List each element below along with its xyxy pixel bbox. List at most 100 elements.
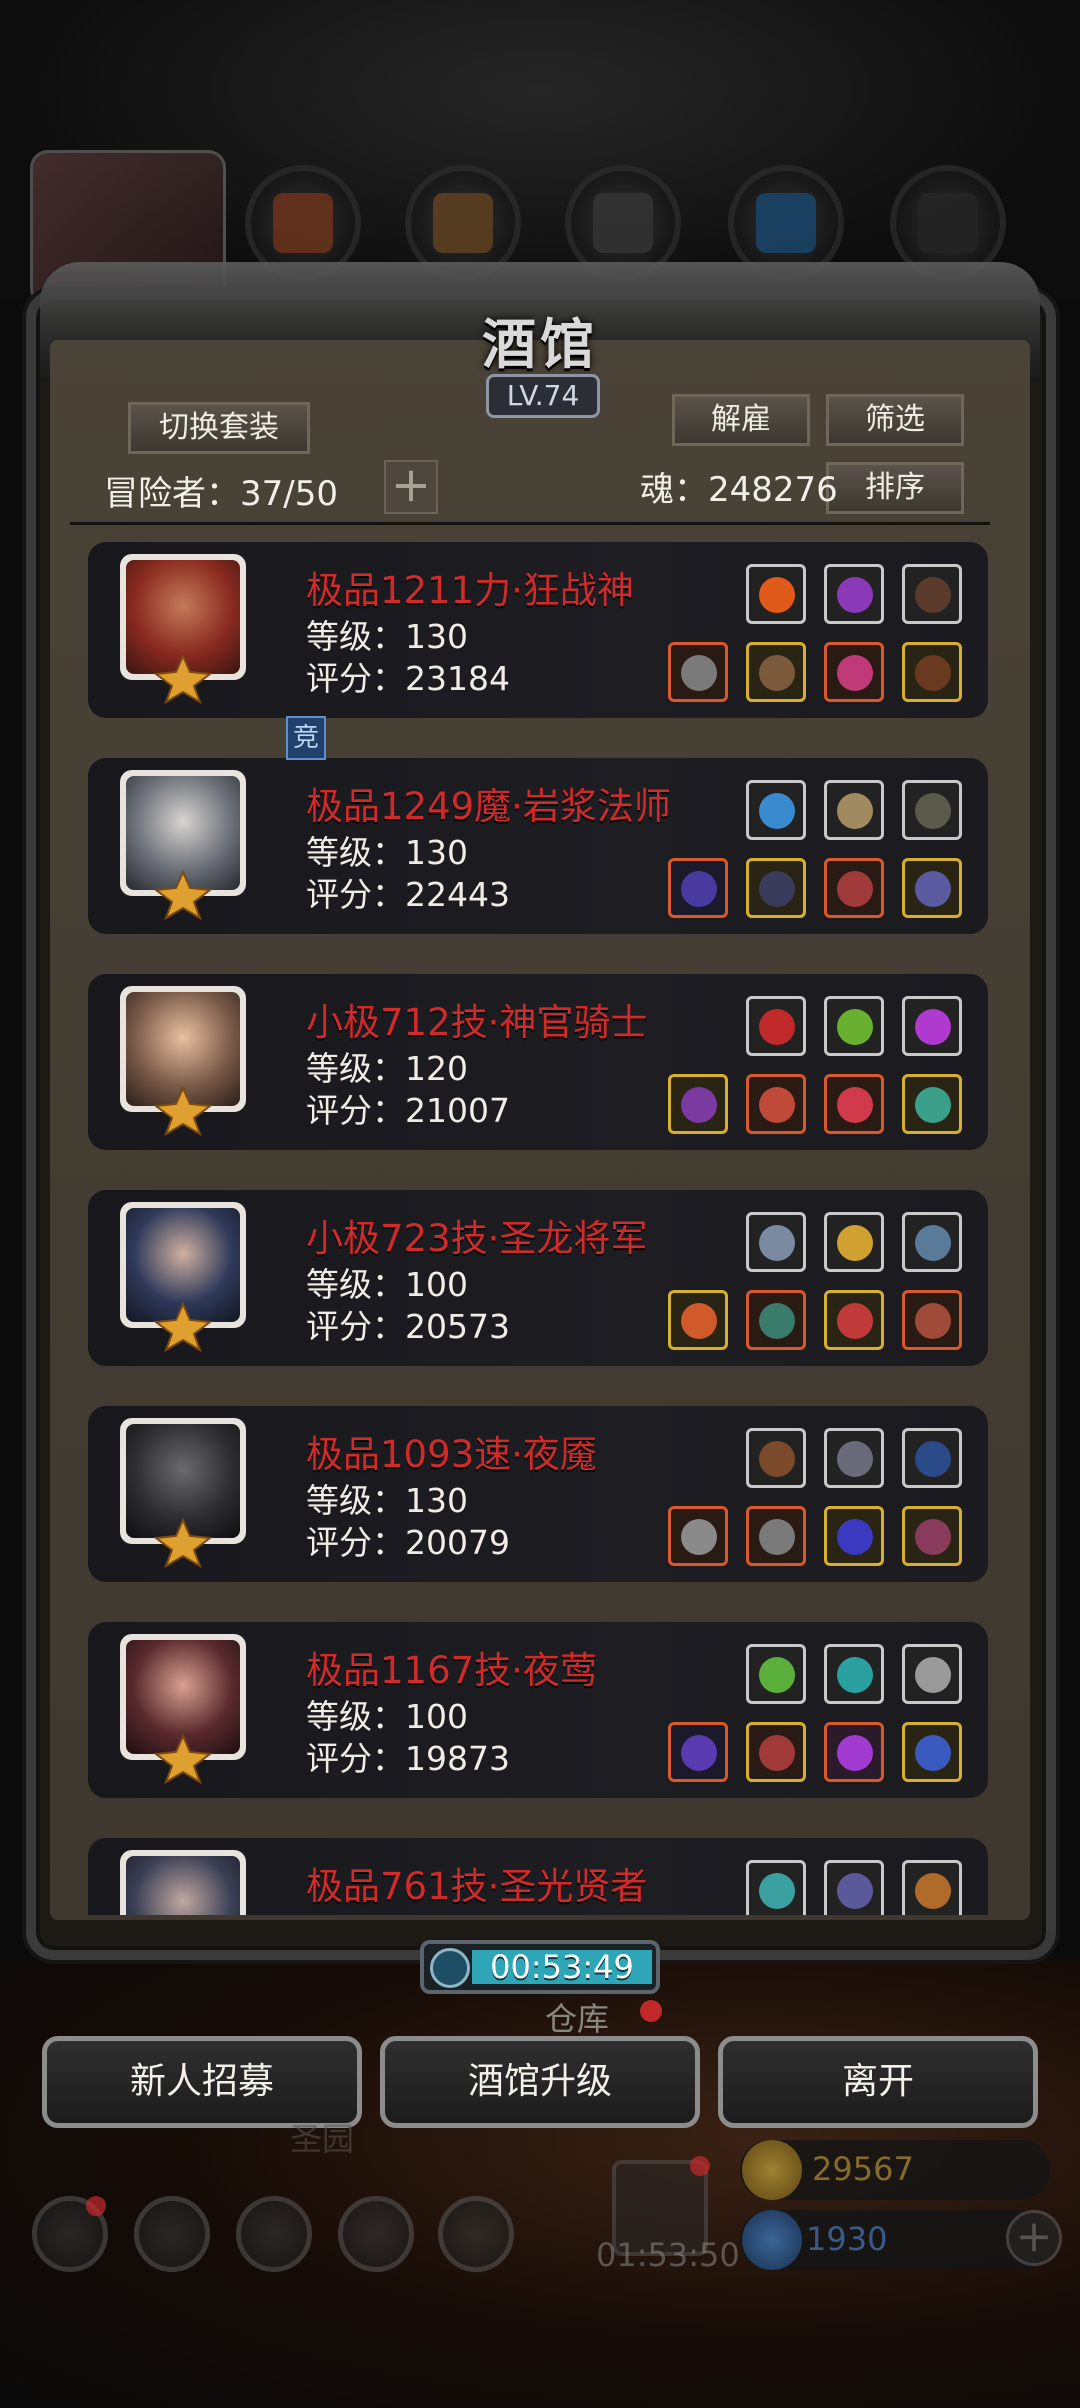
- upgrade-tavern-button[interactable]: 酒馆升级: [380, 2036, 700, 2128]
- equip-slot-dagger-icon[interactable]: [668, 1506, 728, 1566]
- equip-slot-fire-icon[interactable]: [746, 564, 806, 624]
- hero-score: 评分：20079: [306, 1523, 510, 1562]
- hero-card[interactable]: 小极723技·圣龙将军 等级：100 评分：20573: [88, 1190, 988, 1366]
- hero-card[interactable]: 极品761技·圣光贤者: [88, 1838, 988, 1915]
- hero-card[interactable]: 小极712技·神官骑士 等级：120 评分：21007: [88, 974, 988, 1150]
- dismiss-button[interactable]: 解雇: [672, 394, 810, 446]
- equip-slot-lantern-icon[interactable]: [824, 996, 884, 1056]
- rank-emblem-icon: [153, 1518, 213, 1568]
- gem-icon: [742, 2210, 802, 2270]
- gift-timer: 01:53:50: [596, 2236, 740, 2274]
- filter-button[interactable]: 筛选: [826, 394, 964, 446]
- equip-slot-ring-icon[interactable]: [902, 858, 962, 918]
- gem-amount: 1930: [806, 2220, 888, 2258]
- equip-slot-ring-icon[interactable]: [902, 1074, 962, 1134]
- equip-slot-scepter-icon[interactable]: [902, 1860, 962, 1915]
- equip-slot-gauntlet-icon[interactable]: [746, 1212, 806, 1272]
- equip-slot-glove-icon[interactable]: [746, 1428, 806, 1488]
- hero-score: 评分：20573: [306, 1307, 510, 1346]
- hero-level: 等级：120: [306, 1049, 468, 1088]
- tavern-level-badge: LV.74: [486, 374, 600, 418]
- equip-slot-armor-icon[interactable]: [746, 1506, 806, 1566]
- equip-slot-rune-icon[interactable]: [746, 996, 806, 1056]
- equip-slot-mask-icon[interactable]: [824, 1722, 884, 1782]
- equip-slot-amulet-icon[interactable]: [824, 1074, 884, 1134]
- switch-set-button[interactable]: 切换套装: [128, 402, 310, 454]
- background-area-label: 圣园: [290, 2120, 355, 2158]
- warehouse-label[interactable]: 仓库: [545, 1994, 609, 2040]
- map-icon[interactable]: [438, 2196, 514, 2272]
- equip-slot-crystal-icon[interactable]: [902, 996, 962, 1056]
- hero-name: 小极712技·神官骑士: [306, 1001, 648, 1044]
- hero-score: 评分：23184: [306, 659, 510, 698]
- equip-slot-emblem-icon[interactable]: [902, 1212, 962, 1272]
- hero-card[interactable]: 极品1093速·夜魇 等级：130 评分：20079: [88, 1406, 988, 1582]
- equip-slot-wand-icon[interactable]: [824, 1860, 884, 1915]
- hero-name: 极品1211力·狂战神: [306, 569, 634, 612]
- hero-list[interactable]: 极品1211力·狂战神 等级：130 评分：23184 极品1249魔·岩浆法师…: [50, 530, 1030, 1915]
- book-icon[interactable]: [236, 2196, 312, 2272]
- hero-name: 小极723技·圣龙将军: [306, 1217, 648, 1260]
- add-currency-button[interactable]: +: [1006, 2210, 1062, 2266]
- equip-slot-armor-icon[interactable]: [746, 1074, 806, 1134]
- equip-slot-armor-icon[interactable]: [746, 1722, 806, 1782]
- timer-text: 00:53:49: [490, 1948, 634, 1986]
- adventurer-count: 冒险者：37/50: [104, 474, 338, 514]
- equip-slot-shield-icon[interactable]: [824, 780, 884, 840]
- equip-slot-orb-icon[interactable]: [746, 1860, 806, 1915]
- window-title: 酒馆: [482, 313, 598, 376]
- equip-slot-necklace-icon[interactable]: [902, 1722, 962, 1782]
- equip-slot-armor-icon[interactable]: [746, 1290, 806, 1350]
- hero-name: 极品1093速·夜魇: [306, 1433, 597, 1476]
- equip-slot-lantern-icon[interactable]: [824, 564, 884, 624]
- hero-level: 等级：130: [306, 1481, 468, 1520]
- notification-dot: [690, 2156, 710, 2176]
- equip-slot-bracelet-icon[interactable]: [824, 1506, 884, 1566]
- rank-emblem-icon: [153, 1086, 213, 1136]
- hero-card[interactable]: 极品1249魔·岩浆法师 等级：130 评分：22443: [88, 758, 988, 934]
- hero-portrait: [120, 1850, 246, 1915]
- gold-amount: 29567: [812, 2150, 914, 2188]
- refresh-timer: 00:53:49: [420, 1940, 660, 1994]
- hero-card[interactable]: 极品1167技·夜莺 等级：100 评分：19873: [88, 1622, 988, 1798]
- hero-level: 等级：130: [306, 617, 468, 656]
- hero-score: 评分：22443: [306, 875, 510, 914]
- equip-slot-boots-icon[interactable]: [902, 642, 962, 702]
- achievement-icon[interactable]: [134, 2196, 210, 2272]
- equip-slot-stone-icon[interactable]: [824, 1644, 884, 1704]
- gold-coin-icon: [742, 2140, 802, 2200]
- equip-slot-lantern-icon[interactable]: [824, 1212, 884, 1272]
- equip-slot-whip-icon[interactable]: [902, 1428, 962, 1488]
- hero-name: 极品761技·圣光贤者: [306, 1865, 648, 1908]
- equip-slot-helmet-icon[interactable]: [824, 642, 884, 702]
- notification-dot: [86, 2196, 106, 2216]
- leave-button[interactable]: 离开: [718, 2036, 1038, 2128]
- equip-slot-heart-amulet-icon[interactable]: [824, 1290, 884, 1350]
- equip-slot-armor-icon[interactable]: [746, 642, 806, 702]
- equip-slot-axe-icon[interactable]: [668, 642, 728, 702]
- clock-icon: [430, 1948, 470, 1988]
- equip-slot-staff-icon[interactable]: [668, 858, 728, 918]
- equip-slot-medallion-icon[interactable]: [902, 780, 962, 840]
- equip-slot-umbrella-icon[interactable]: [902, 1644, 962, 1704]
- hero-card[interactable]: 极品1211力·狂战神 等级：130 评分：23184: [88, 542, 988, 718]
- equip-slot-medal-icon[interactable]: [902, 1290, 962, 1350]
- equip-slot-potion-icon[interactable]: [902, 1506, 962, 1566]
- equip-slot-amulet-icon[interactable]: [824, 858, 884, 918]
- hero-score: 评分：21007: [306, 1091, 510, 1130]
- add-slot-button[interactable]: +: [384, 460, 438, 514]
- sort-button[interactable]: 排序: [826, 462, 964, 514]
- equip-slot-dragon-blade-icon[interactable]: [668, 1290, 728, 1350]
- equip-slot-robe-icon[interactable]: [746, 858, 806, 918]
- equip-slot-sword-icon[interactable]: [668, 1722, 728, 1782]
- rank-emblem-icon: [153, 870, 213, 920]
- equip-slot-potion-icon[interactable]: [746, 1644, 806, 1704]
- notification-dot: [640, 2000, 662, 2022]
- equip-slot-mace-icon[interactable]: [668, 1074, 728, 1134]
- equip-slot-bow-icon[interactable]: [902, 564, 962, 624]
- soul-count: 魂：248276: [640, 470, 838, 510]
- equip-slot-pendant-icon[interactable]: [824, 1428, 884, 1488]
- rank-emblem-icon: [153, 1734, 213, 1784]
- equip-slot-orb-icon[interactable]: [746, 780, 806, 840]
- mail-icon[interactable]: [338, 2196, 414, 2272]
